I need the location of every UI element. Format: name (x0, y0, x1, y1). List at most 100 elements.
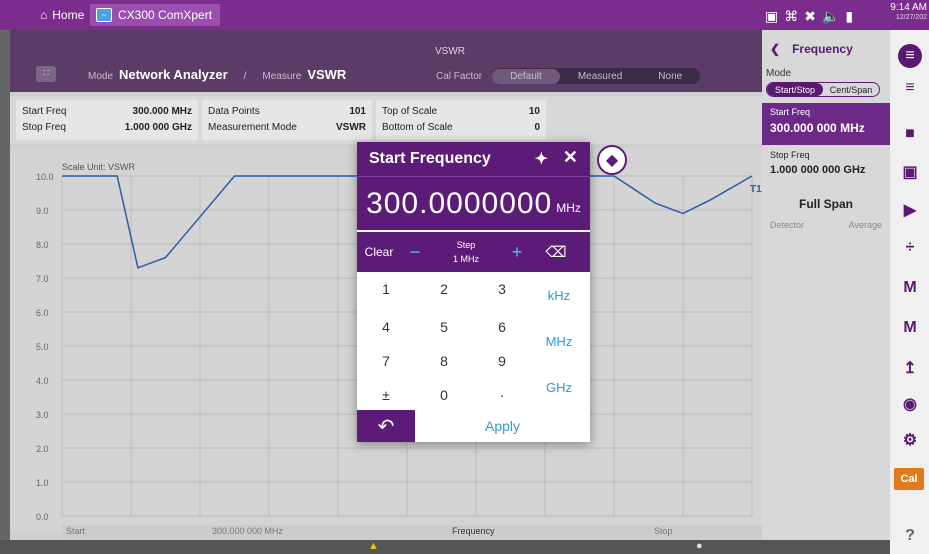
warning-icon[interactable]: ▲ (368, 540, 379, 552)
home-button[interactable]: ⌂ Home (40, 4, 84, 26)
key-4[interactable]: 5 (415, 314, 473, 340)
mode-row[interactable]: Mode Network Analyzer / Measure VSWR (88, 67, 346, 82)
menu-icon[interactable]: ≡ (898, 44, 922, 68)
data-points-value: 101 (349, 106, 366, 117)
close-icon[interactable]: ✕ (563, 147, 578, 168)
dialog-value-display[interactable]: 300.0000000 MHz (357, 176, 590, 230)
lock-icon[interactable]: ■ (898, 122, 922, 146)
volume-icon[interactable]: 🔈 (822, 8, 839, 25)
data-points-label: Data Points (208, 106, 260, 117)
bottom-bar: ▲ ● (0, 540, 929, 554)
mode-label: Mode (88, 71, 114, 82)
panel-start-freq[interactable]: Start Freq 300.000 000 MHz (762, 103, 890, 145)
marker-icon[interactable]: M (898, 276, 922, 300)
key-7[interactable]: 8 (415, 348, 473, 374)
key-6[interactable]: 7 (357, 348, 415, 374)
home-icon: ⌂ (40, 8, 48, 22)
antenna-icon[interactable]: ⌘ (784, 8, 798, 25)
location-icon[interactable]: ● (696, 540, 703, 552)
y-tick-label: 7.0 (36, 274, 49, 284)
unit-mhz-button[interactable]: MHz (529, 328, 589, 354)
panel-stop-freq[interactable]: Stop Freq 1.000 000 000 GHz (762, 148, 890, 188)
backspace-icon[interactable]: ⌫ (531, 243, 581, 261)
mode-start-stop[interactable]: Start/Stop (767, 83, 823, 96)
step-minus-button[interactable]: − (401, 242, 429, 263)
page-title: VSWR (435, 46, 465, 57)
clock-time: 9:14 AM (890, 2, 927, 13)
detector-label: Detector (770, 220, 805, 230)
left-strip (0, 30, 10, 554)
folder-icon[interactable]: ▶ (898, 198, 922, 222)
points-info[interactable]: Data Points 101 Measurement Mode VSWR (202, 100, 372, 140)
y-tick-label: 8.0 (36, 240, 49, 250)
tools-icon[interactable]: ✖ (804, 8, 816, 25)
scale-info[interactable]: Top of Scale 10 Bottom of Scale 0 (376, 100, 546, 140)
cal-option-default[interactable]: Default (492, 68, 560, 84)
panel-mode-label: Mode (766, 68, 792, 79)
pin-icon[interactable]: ✦ (535, 149, 548, 169)
cal-factor-label: Cal Factor (436, 70, 483, 82)
key-8[interactable]: 9 (473, 348, 531, 374)
measure-value: VSWR (307, 67, 347, 82)
cal-option-measured[interactable]: Measured (560, 71, 640, 82)
app-tab-label: CX300 ComXpert (118, 8, 213, 22)
apps-grid-icon[interactable]: ∷ (36, 66, 56, 82)
step-plus-button[interactable]: + (503, 242, 531, 263)
panel-header[interactable]: ❮ Frequency (762, 38, 890, 60)
panel-stop-label: Stop Freq (770, 150, 810, 160)
scale-unit-label: Scale Unit: VSWR (62, 162, 136, 172)
start-freq-value: 300.000 MHz (132, 106, 192, 117)
app-icon: ~ (96, 8, 112, 22)
x-start-label: Start (66, 526, 86, 536)
y-tick-label: 4.0 (36, 376, 49, 386)
cal-factor: Cal Factor Default Measured None (436, 68, 701, 84)
key-5[interactable]: 6 (473, 314, 531, 340)
divide-icon[interactable]: ÷ (898, 236, 922, 260)
settings-icon[interactable]: ⚙ (898, 428, 922, 452)
trace-icon[interactable]: ↥ (898, 356, 922, 380)
panel-title: Frequency (792, 42, 853, 56)
x-stop-label: Stop (654, 526, 673, 536)
stop-freq-label: Stop Freq (22, 122, 66, 133)
save-icon[interactable]: ▣ (898, 160, 922, 184)
key-11[interactable]: · (473, 382, 531, 408)
y-tick-label: 2.0 (36, 444, 49, 454)
start-frequency-dialog: Start Frequency ✦ ✕ 300.0000000 MHz Clear − S… (357, 142, 590, 442)
app-tab[interactable]: ~ CX300 ComXpert (90, 4, 220, 26)
freq-mode-toggle[interactable]: Start/Stop Cent/Span (766, 82, 880, 97)
mode-cent-span[interactable]: Cent/Span (823, 85, 879, 95)
detector-row[interactable]: Detector Average (762, 220, 890, 234)
clear-button[interactable]: Clear (357, 245, 401, 259)
key-3[interactable]: 4 (357, 314, 415, 340)
step-bar: Clear − Step 1 MHz + ⌫ (357, 232, 590, 272)
grid-list-icon[interactable]: ≡ (898, 76, 922, 100)
key-2[interactable]: 3 (473, 276, 531, 302)
cal-button[interactable]: Cal (894, 468, 924, 490)
status-icons: ▣ ⌘ ✖ 🔈 ▮ (765, 6, 853, 26)
help-icon[interactable]: ? (898, 524, 922, 548)
apply-button[interactable]: Apply (415, 410, 590, 442)
key-10[interactable]: 0 (415, 382, 473, 408)
freq-info[interactable]: Start Freq 300.000 MHz Stop Freq 1.000 000 … (16, 100, 198, 140)
panel-stop-value: 1.000 000 000 GHz (770, 164, 866, 176)
bottom-scale-label: Bottom of Scale (382, 122, 453, 133)
y-tick-label: 1.0 (36, 478, 49, 488)
marker-peak-icon[interactable]: M (898, 316, 922, 340)
key-9[interactable]: ± (357, 382, 415, 408)
meas-mode-label: Measurement Mode (208, 122, 297, 133)
full-span-button[interactable]: Full Span (762, 190, 890, 218)
cal-factor-toggle[interactable]: Default Measured None (492, 68, 701, 84)
key-1[interactable]: 2 (415, 276, 473, 302)
cal-option-none[interactable]: None (640, 71, 700, 82)
undo-icon[interactable]: ↶ (357, 410, 415, 442)
unit-khz-button[interactable]: kHz (529, 282, 589, 308)
back-chevron-icon[interactable]: ❮ (770, 42, 780, 56)
key-0[interactable]: 1 (357, 276, 415, 302)
dialog-value: 300.0000000 (366, 186, 553, 220)
drag-handle-icon[interactable]: ◆ (597, 145, 627, 175)
separator: / (243, 71, 247, 82)
camera-icon[interactable]: ◉ (898, 392, 922, 416)
vnc-icon[interactable]: ▣ (765, 8, 778, 25)
mode-value: Network Analyzer (119, 67, 228, 82)
unit-ghz-button[interactable]: GHz (529, 374, 589, 400)
